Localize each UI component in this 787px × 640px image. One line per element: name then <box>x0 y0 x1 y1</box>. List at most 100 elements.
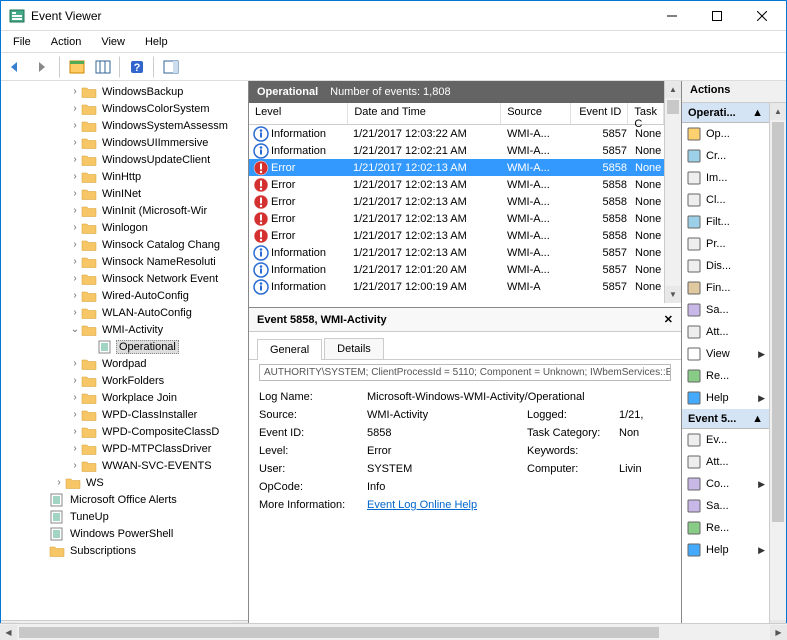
col-source[interactable]: Source <box>501 103 571 124</box>
tree-node[interactable]: ›Wired-AutoConfig <box>1 287 248 304</box>
close-button[interactable] <box>739 2 784 30</box>
table-row[interactable]: Error1/21/2017 12:02:13 AMWMI-A...5858No… <box>249 193 664 210</box>
actions-vscrollbar[interactable]: ▲ ▼ <box>769 103 786 637</box>
action-item[interactable]: Att... <box>682 321 769 343</box>
scroll-right-icon[interactable]: ▶ <box>770 625 787 640</box>
tree-node[interactable]: ›Workplace Join <box>1 389 248 406</box>
col-taskcat[interactable]: Task C <box>628 103 664 124</box>
tab-general[interactable]: General <box>257 339 322 360</box>
menu-file[interactable]: File <box>5 34 39 50</box>
action-item[interactable]: Filt... <box>682 211 769 233</box>
tree-node[interactable]: Subscriptions <box>1 542 248 559</box>
action-item[interactable]: Re... <box>682 365 769 387</box>
tree-node[interactable]: ›WindowsUIImmersive <box>1 134 248 151</box>
expand-icon[interactable]: › <box>69 290 81 301</box>
table-row[interactable]: Error1/21/2017 12:02:13 AMWMI-A...5858No… <box>249 159 664 176</box>
tree-node[interactable]: ›WindowsColorSystem <box>1 100 248 117</box>
menu-view[interactable]: View <box>93 34 133 50</box>
tree-node[interactable]: ›WLAN-AutoConfig <box>1 304 248 321</box>
tree-node[interactable]: ›WPD-MTPClassDriver <box>1 440 248 457</box>
action-item[interactable]: Fin... <box>682 277 769 299</box>
tree-node[interactable]: ›Winsock NameResoluti <box>1 253 248 270</box>
scroll-down-icon[interactable]: ▼ <box>665 286 681 303</box>
expand-icon[interactable]: › <box>69 103 81 114</box>
expand-icon[interactable]: › <box>69 239 81 250</box>
tree-node[interactable]: ⌄WMI-Activity <box>1 321 248 338</box>
actions-section-header[interactable]: Event 5...▲ <box>682 409 769 429</box>
table-row[interactable]: Information1/21/2017 12:01:20 AMWMI-A...… <box>249 261 664 278</box>
table-row[interactable]: Error1/21/2017 12:02:13 AMWMI-A...5858No… <box>249 176 664 193</box>
action-item[interactable]: Co...▶ <box>682 473 769 495</box>
forward-button[interactable] <box>31 56 55 78</box>
expand-icon[interactable]: › <box>69 358 81 369</box>
tree-node[interactable]: ›WPD-ClassInstaller <box>1 406 248 423</box>
table-row[interactable]: Information1/21/2017 12:02:13 AMWMI-A...… <box>249 244 664 261</box>
action-item[interactable]: Dis... <box>682 255 769 277</box>
col-datetime[interactable]: Date and Time <box>348 103 501 124</box>
tree-node[interactable]: ›Wordpad <box>1 355 248 372</box>
col-level[interactable]: Level <box>249 103 348 124</box>
expand-icon[interactable]: › <box>69 460 81 471</box>
tree-node[interactable]: ›WindowsBackup <box>1 83 248 100</box>
expand-icon[interactable]: › <box>69 137 81 148</box>
tree-node[interactable]: Microsoft Office Alerts <box>1 491 248 508</box>
help-button[interactable]: ? <box>125 56 149 78</box>
action-item[interactable]: Im... <box>682 167 769 189</box>
expand-icon[interactable]: › <box>69 443 81 454</box>
expand-icon[interactable]: › <box>69 222 81 233</box>
maximize-button[interactable] <box>694 2 739 30</box>
tree-node[interactable]: ›WS <box>1 474 248 491</box>
table-row[interactable]: Information1/21/2017 12:00:19 AMWMI-A585… <box>249 278 664 295</box>
tree-node[interactable]: ›WinInit (Microsoft-Wir <box>1 202 248 219</box>
expand-icon[interactable]: › <box>69 307 81 318</box>
table-row[interactable]: Error1/21/2017 12:02:13 AMWMI-A...5858No… <box>249 227 664 244</box>
properties-button[interactable] <box>91 56 115 78</box>
tree-node[interactable]: Windows PowerShell <box>1 525 248 542</box>
tree-node[interactable]: ›Winlogon <box>1 219 248 236</box>
collapse-icon[interactable]: ▲ <box>752 107 763 119</box>
action-item[interactable]: Sa... <box>682 495 769 517</box>
expand-icon[interactable]: › <box>69 171 81 182</box>
expand-icon[interactable]: › <box>69 426 81 437</box>
scroll-up-icon[interactable]: ▲ <box>770 103 786 120</box>
expand-icon[interactable]: › <box>69 188 81 199</box>
tab-details[interactable]: Details <box>324 338 384 359</box>
expand-icon[interactable]: › <box>69 409 81 420</box>
expand-icon[interactable]: › <box>69 154 81 165</box>
scroll-left-icon[interactable]: ◀ <box>0 625 17 640</box>
expand-icon[interactable]: › <box>69 392 81 403</box>
action-pane-button[interactable] <box>159 56 183 78</box>
action-item[interactable]: View▶ <box>682 343 769 365</box>
tree-node[interactable]: ›Winsock Catalog Chang <box>1 236 248 253</box>
tree-node[interactable]: ›WPD-CompositeClassD <box>1 423 248 440</box>
collapse-icon[interactable]: ⌄ <box>69 324 81 335</box>
tree-node[interactable]: ›WindowsSystemAssessm <box>1 117 248 134</box>
tree-pane[interactable]: ›WindowsBackup›WindowsColorSystem›Window… <box>1 81 249 637</box>
tree-node[interactable]: Operational <box>1 338 248 355</box>
show-hide-tree-button[interactable] <box>65 56 89 78</box>
menu-action[interactable]: Action <box>43 34 90 50</box>
table-row[interactable]: Information1/21/2017 12:03:22 AMWMI-A...… <box>249 125 664 142</box>
list-vscrollbar[interactable]: ▲ ▼ <box>664 81 681 303</box>
table-row[interactable]: Information1/21/2017 12:02:21 AMWMI-A...… <box>249 142 664 159</box>
action-item[interactable]: Re... <box>682 517 769 539</box>
expand-icon[interactable]: › <box>69 375 81 386</box>
action-item[interactable]: Op... <box>682 123 769 145</box>
tree-node[interactable]: ›Winsock Network Event <box>1 270 248 287</box>
menu-help[interactable]: Help <box>137 34 176 50</box>
moreinfo-link[interactable]: Event Log Online Help <box>367 499 679 511</box>
tree-node[interactable]: ›WinINet <box>1 185 248 202</box>
action-item[interactable]: Cl... <box>682 189 769 211</box>
minimize-button[interactable] <box>649 2 694 30</box>
expand-icon[interactable]: › <box>69 205 81 216</box>
expand-icon[interactable]: › <box>69 120 81 131</box>
action-item[interactable]: Ev... <box>682 429 769 451</box>
table-row[interactable]: Error1/21/2017 12:02:13 AMWMI-A...5858No… <box>249 210 664 227</box>
tree-node[interactable]: ›WorkFolders <box>1 372 248 389</box>
expand-icon[interactable]: › <box>69 273 81 284</box>
action-item[interactable]: Help▶ <box>682 387 769 409</box>
tree-node[interactable]: ›WWAN-SVC-EVENTS <box>1 457 248 474</box>
tree-node[interactable]: ›WindowsUpdateClient <box>1 151 248 168</box>
tree-node[interactable]: ›WinHttp <box>1 168 248 185</box>
col-eventid[interactable]: Event ID <box>571 103 629 124</box>
